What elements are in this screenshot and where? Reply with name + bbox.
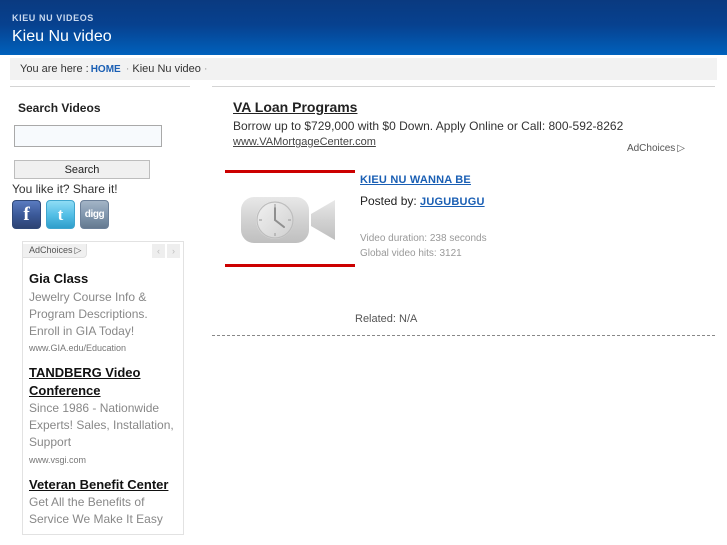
breadcrumb-label: You are here :	[20, 63, 89, 75]
video-rule-bottom	[225, 264, 355, 267]
video-thumbnail[interactable]	[225, 182, 355, 255]
video-metadata: KIEU NU WANNA BE Posted by: JUGUBUGU Vid…	[355, 170, 487, 259]
main-content: VA Loan Programs Borrow up to $729,000 w…	[200, 86, 727, 336]
digg-icon[interactable]: digg	[80, 200, 109, 229]
sidebar-divider	[10, 86, 190, 87]
adchoices-label-main: AdChoices	[626, 143, 676, 154]
video-stats: Video duration: 238 seconds Global video…	[360, 233, 487, 259]
main-ad-description: Borrow up to $729,000 with $0 Down. Appl…	[233, 119, 624, 133]
sidebar-ad-description: Jewelry Course Info & Program Descriptio…	[29, 289, 148, 338]
share-prompt: You like it? Share it!	[12, 182, 118, 196]
main-ad-title[interactable]: VA Loan Programs	[233, 99, 357, 115]
main-text-ad: VA Loan Programs Borrow up to $729,000 w…	[225, 99, 715, 154]
site-brand-title: Kieu Nu video	[12, 28, 112, 45]
ad-next-button[interactable]: ›	[167, 243, 180, 258]
video-posted-by: Posted by: JUGUBUGU	[360, 194, 487, 208]
twitter-glyph: t	[57, 204, 64, 224]
page-body: Search Videos Search You like it? Share …	[0, 80, 727, 536]
twitter-icon[interactable]: t	[46, 200, 75, 229]
adchoices-label-sidebar: AdChoices	[29, 244, 73, 255]
sidebar-ad-url: www.GIA.edu/Education	[29, 343, 127, 354]
breadcrumb: You are here : HOME · Kieu Nu video ·	[10, 58, 717, 80]
video-rule-top	[225, 170, 355, 173]
breadcrumb-current: Kieu Nu video	[132, 63, 201, 75]
sidebar-ad-item: Gia Class Jewelry Course Info & Program …	[23, 270, 183, 353]
posted-by-user-link[interactable]: JUGUBUGU	[420, 196, 485, 208]
search-button[interactable]: Search	[14, 160, 150, 179]
posted-by-label: Posted by:	[360, 194, 417, 208]
search-videos-heading: Search Videos	[18, 101, 101, 115]
main-divider	[212, 86, 715, 87]
video-hits: Global video hits: 3121	[360, 248, 462, 259]
facebook-icon[interactable]: f	[12, 200, 41, 229]
search-input[interactable]	[14, 125, 162, 147]
breadcrumb-link-home[interactable]: HOME	[91, 64, 121, 75]
video-listing: KIEU NU WANNA BE Posted by: JUGUBUGU Vid…	[225, 170, 715, 267]
adchoices-button-sidebar[interactable]: AdChoices ▷	[23, 243, 88, 258]
social-share-row: f t digg	[12, 200, 190, 229]
site-header: KIEU NU VIDEOS Kieu Nu video	[0, 0, 727, 55]
sidebar-ad-item: Veteran Benefit Center Get All the Benef…	[23, 476, 183, 529]
digg-glyph: digg	[84, 209, 105, 220]
adchoices-icon-sidebar: ▷	[74, 244, 82, 255]
sidebar-ad-title[interactable]: TANDBERG Video Conference	[29, 364, 177, 399]
sidebar-ad-box: AdChoices ▷ ‹ › Gia Class Jewelry Course…	[22, 241, 184, 536]
sidebar-ad-title[interactable]: Gia Class	[29, 270, 177, 288]
breadcrumb-separator: ·	[125, 63, 130, 75]
sidebar-ad-description: Since 1986 - Nationwide Experts! Sales, …	[29, 401, 174, 450]
ad-prev-button[interactable]: ‹	[152, 243, 165, 258]
sidebar-ad-header: AdChoices ▷ ‹ ›	[23, 241, 183, 259]
sidebar: Search Videos Search You like it? Share …	[0, 86, 200, 536]
adchoices-icon-main: ▷	[677, 143, 685, 154]
facebook-glyph: f	[23, 203, 30, 225]
adchoices-button-main[interactable]: AdChoices ▷	[627, 143, 685, 154]
video-title-link[interactable]: KIEU NU WANNA BE	[360, 174, 471, 186]
sidebar-ad-description: Get All the Benefits of Service We Make …	[29, 495, 163, 527]
related-videos-label: Related: N/A	[355, 313, 418, 325]
video-camera-clock-icon	[241, 196, 335, 243]
breadcrumb-separator-trailing: ·	[203, 63, 208, 75]
video-thumbnail-column	[225, 170, 355, 267]
video-duration: Video duration: 238 seconds	[360, 233, 487, 244]
section-divider-dashed	[212, 335, 715, 336]
sidebar-ad-url: www.vsgi.com	[29, 454, 87, 465]
ad-nav-controls: ‹ ›	[152, 243, 183, 258]
main-ad-url[interactable]: www.VAMortgageCenter.com	[233, 136, 376, 148]
sidebar-ad-item: TANDBERG Video Conference Since 1986 - N…	[23, 364, 183, 465]
site-brand-small: KIEU NU VIDEOS	[12, 13, 94, 23]
sidebar-ad-title[interactable]: Veteran Benefit Center	[29, 476, 177, 494]
